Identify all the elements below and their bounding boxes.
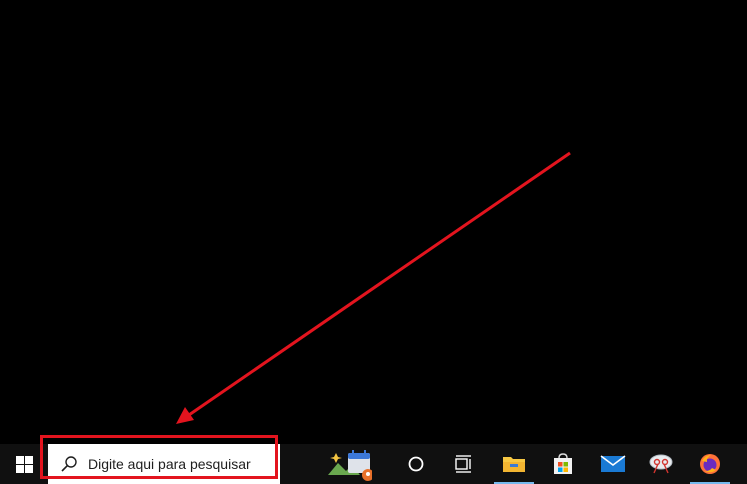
search-icon [60, 455, 78, 473]
snipping-tool-button[interactable] [637, 444, 685, 484]
desktop-background [0, 0, 747, 444]
news-and-interests-icon [328, 450, 372, 481]
taskbar-search-box[interactable]: Digite aqui para pesquisar [48, 444, 280, 484]
mail-button[interactable] [589, 444, 637, 484]
microsoft-store-icon [554, 453, 572, 474]
cortana-button[interactable] [392, 444, 440, 484]
task-view-icon [455, 455, 471, 473]
windows-start-icon [15, 455, 33, 473]
file-explorer-button[interactable] [490, 444, 538, 484]
start-button[interactable] [0, 444, 48, 484]
firefox-button[interactable] [686, 444, 734, 484]
file-explorer-icon [503, 457, 525, 472]
snipping-tool-icon [649, 454, 673, 474]
task-view-button[interactable] [440, 444, 488, 484]
mail-icon [600, 455, 626, 472]
news-and-interests-button[interactable] [324, 444, 372, 484]
firefox-icon [700, 454, 720, 474]
microsoft-store-button[interactable] [539, 444, 587, 484]
cortana-icon [408, 456, 424, 472]
search-placeholder: Digite aqui para pesquisar [88, 456, 251, 472]
taskbar: Digite aqui para pesquisar [0, 444, 747, 484]
